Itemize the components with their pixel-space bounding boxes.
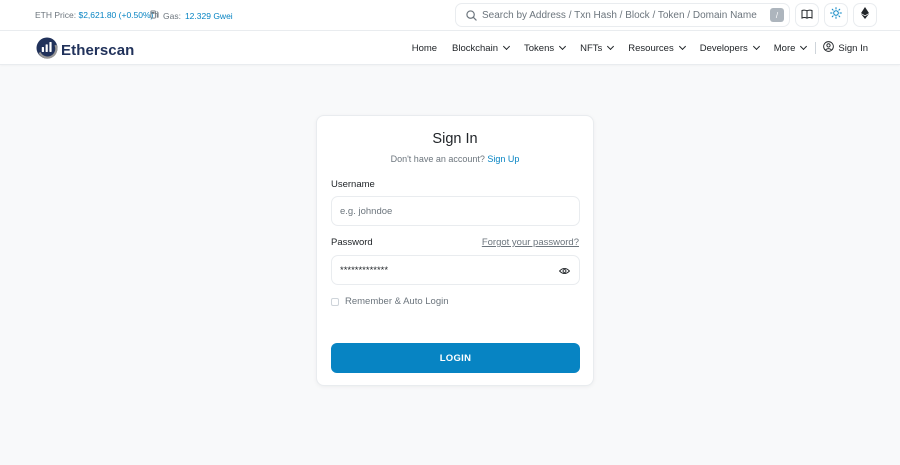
- eth-price-label: ETH Price:: [35, 10, 77, 20]
- network-button[interactable]: [853, 3, 877, 27]
- user-circle-icon: [823, 41, 835, 55]
- username-input[interactable]: [332, 197, 579, 225]
- search-shortcut-badge: /: [770, 8, 784, 22]
- nav-more-label: More: [773, 42, 796, 54]
- gas-value[interactable]: 12.329 Gwei: [185, 11, 233, 21]
- chevron-down-icon: [800, 42, 808, 51]
- book-icon: [801, 6, 813, 24]
- theme-toggle-button[interactable]: [824, 3, 848, 27]
- nav-menu: Home Blockchain Tokens NFTs Resources De…: [397, 31, 868, 65]
- nav-resources-label: Resources: [628, 42, 674, 54]
- password-label: Password: [331, 237, 373, 248]
- nav-blockchain[interactable]: Blockchain: [452, 42, 511, 54]
- eth-price: ETH Price: $2,621.80 (+0.50%): [35, 10, 153, 20]
- etherscan-logo[interactable]: Etherscan: [36, 37, 134, 64]
- nav-tokens-label: Tokens: [524, 42, 555, 54]
- password-input[interactable]: [332, 256, 579, 284]
- nav-home[interactable]: Home: [412, 43, 437, 54]
- nav-nfts-label: NFTs: [580, 42, 603, 54]
- gas-label: Gas:: [163, 10, 181, 21]
- remember-checkbox[interactable]: [331, 297, 339, 306]
- search-input[interactable]: [482, 9, 762, 21]
- etherscan-logo-icon: [36, 37, 58, 64]
- nav-nfts[interactable]: NFTs: [580, 42, 615, 54]
- search-icon: [460, 4, 482, 26]
- gas-tracker: Gas: 12.329 Gwei: [150, 10, 233, 21]
- gas-pump-icon: [150, 10, 159, 21]
- sign-up-link[interactable]: Sign Up: [487, 154, 519, 164]
- chevron-down-icon: [678, 42, 686, 51]
- nav-sign-in-label: Sign In: [838, 42, 868, 54]
- page-title: Sign In: [432, 131, 478, 147]
- main-nav: Etherscan Home Blockchain Tokens NFTs Re…: [0, 31, 900, 65]
- username-label: Username: [331, 179, 375, 190]
- chevron-down-icon: [607, 42, 615, 51]
- nav-resources[interactable]: Resources: [628, 42, 686, 54]
- eth-price-value[interactable]: $2,621.80 (+0.50%): [78, 10, 153, 20]
- username-field-wrapper: [331, 196, 580, 226]
- chevron-down-icon: [502, 42, 511, 51]
- search-bar[interactable]: /: [455, 3, 790, 27]
- nav-blockchain-label: Blockchain: [452, 42, 498, 54]
- docs-button[interactable]: [795, 3, 819, 27]
- eye-icon[interactable]: [558, 265, 570, 277]
- login-button[interactable]: LOGIN: [331, 343, 580, 373]
- nav-more[interactable]: More: [773, 42, 808, 54]
- logo-text: Etherscan: [61, 42, 135, 59]
- sun-icon: [830, 6, 842, 24]
- ethereum-icon: [861, 6, 869, 24]
- nav-sign-in[interactable]: Sign In: [823, 41, 868, 55]
- nav-developers[interactable]: Developers: [699, 42, 760, 54]
- chevron-down-icon: [752, 42, 760, 51]
- nav-tokens[interactable]: Tokens: [524, 42, 567, 54]
- signup-prompt: Don't have an account? Sign Up: [317, 154, 593, 164]
- nav-home-label: Home: [411, 42, 438, 54]
- nav-divider: [815, 42, 817, 54]
- forgot-password-link[interactable]: Forgot your password?: [482, 237, 579, 248]
- remember-me[interactable]: Remember & Auto Login: [331, 296, 449, 307]
- remember-label: Remember & Auto Login: [345, 296, 449, 307]
- nav-developers-label: Developers: [699, 42, 748, 54]
- no-account-text: Don't have an account?: [390, 154, 485, 164]
- password-field-wrapper: [331, 255, 580, 285]
- sign-in-card: Sign In Don't have an account? Sign Up U…: [316, 115, 594, 386]
- chevron-down-icon: [559, 42, 567, 51]
- top-strip: ETH Price: $2,621.80 (+0.50%) Gas: 12.32…: [0, 0, 900, 31]
